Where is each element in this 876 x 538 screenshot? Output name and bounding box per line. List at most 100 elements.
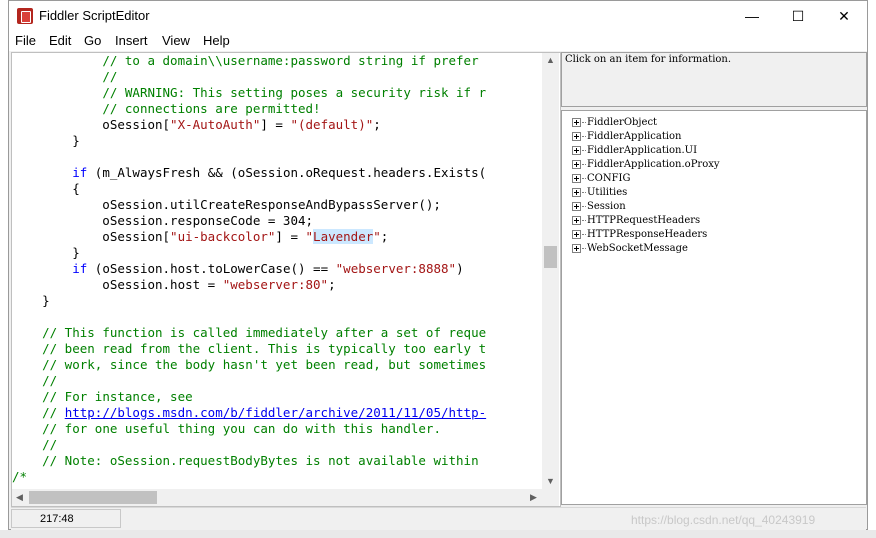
menu-insert[interactable]: Insert <box>115 33 148 48</box>
horizontal-scroll-thumb[interactable] <box>29 491 157 504</box>
tree-item[interactable]: FiddlerApplication.oProxy <box>572 157 720 171</box>
title-bar[interactable]: Fiddler ScriptEditor — ☐ ✕ <box>9 1 867 31</box>
code-area[interactable]: // to a domain\\username:password string… <box>12 53 542 489</box>
menu-edit[interactable]: Edit <box>49 33 71 48</box>
expand-plus-icon[interactable] <box>572 187 581 197</box>
code-token[interactable]: http://blogs.msdn.com/b/fiddler/archive/… <box>65 405 486 420</box>
code-token: oSession[ <box>12 229 171 244</box>
code-line[interactable]: /* <box>12 469 542 485</box>
code-line[interactable]: if (oSession.host.toLowerCase() == "webs… <box>12 261 542 277</box>
code-line[interactable]: // <box>12 69 542 85</box>
scroll-down-icon[interactable]: ▼ <box>546 476 555 486</box>
code-line[interactable]: // work, since the body hasn't yet been … <box>12 357 542 373</box>
tree-item-label: HTTPResponseHeaders <box>587 228 708 240</box>
code-line[interactable]: oSession.host = "webserver:80"; <box>12 277 542 293</box>
tree-item[interactable]: Session <box>572 199 626 213</box>
code-token: // been read from the client. This is ty… <box>42 341 487 356</box>
vertical-scroll-thumb[interactable] <box>544 246 557 268</box>
code-line[interactable]: // connections are permitted! <box>12 101 542 117</box>
code-token: // <box>42 437 58 452</box>
tree-item[interactable]: CONFIG <box>572 171 630 185</box>
tree-item-label: HTTPRequestHeaders <box>587 214 701 226</box>
code-token: " <box>373 229 381 244</box>
code-editor[interactable]: // to a domain\\username:password string… <box>11 52 561 507</box>
code-token: (oSession.host.toLowerCase() == <box>87 261 336 276</box>
menu-go[interactable]: Go <box>84 33 101 48</box>
expand-plus-icon[interactable] <box>572 215 581 225</box>
close-button[interactable]: ✕ <box>821 1 867 31</box>
code-line[interactable]: oSession.utilCreateResponseAndBypassServ… <box>12 197 542 213</box>
tree-connector <box>582 205 586 207</box>
watermark: https://blog.csdn.net/qq_40243919 <box>631 513 816 527</box>
expand-plus-icon[interactable] <box>572 145 581 155</box>
code-token: oSession.utilCreateResponseAndBypassServ… <box>12 197 441 212</box>
code-line[interactable]: // <box>12 437 542 453</box>
code-line[interactable]: oSession.responseCode = 304; <box>12 213 542 229</box>
class-explorer-tree[interactable]: FiddlerObject FiddlerApplication FiddlerAp… <box>561 110 867 505</box>
code-token: (m_AlwaysFresh && (oSession.oRequest.hea… <box>87 165 487 180</box>
code-line[interactable]: // http://blogs.msdn.com/b/fiddler/archi… <box>12 405 542 421</box>
code-token: // <box>42 373 58 388</box>
code-line[interactable]: if (m_AlwaysFresh && (oSession.oRequest.… <box>12 165 542 181</box>
expand-plus-icon[interactable] <box>572 117 581 127</box>
code-line[interactable]: // <box>12 373 542 389</box>
code-line[interactable]: { <box>12 181 542 197</box>
tree-item[interactable]: FiddlerObject <box>572 115 657 129</box>
code-line[interactable]: // Note: oSession.requestBodyBytes is no… <box>12 453 542 469</box>
menu-help[interactable]: Help <box>203 33 230 48</box>
tree-item[interactable]: WebSocketMessage <box>572 241 688 255</box>
tree-item[interactable]: HTTPResponseHeaders <box>572 227 707 241</box>
code-line[interactable]: oSession["ui-backcolor"] = "Lavender"; <box>12 229 542 245</box>
expand-plus-icon[interactable] <box>572 159 581 169</box>
expand-plus-icon[interactable] <box>572 243 581 253</box>
code-token: oSession.host = <box>12 277 223 292</box>
tree-item[interactable]: FiddlerApplication <box>572 129 682 143</box>
expand-plus-icon[interactable] <box>572 201 581 211</box>
tree-item-label: Session <box>587 200 626 212</box>
tree-item[interactable]: FiddlerApplication.UI <box>572 143 697 157</box>
expand-plus-icon[interactable] <box>572 229 581 239</box>
code-line[interactable]: oSession["X-AutoAuth"] = "(default)"; <box>12 117 542 133</box>
minimize-button[interactable]: — <box>729 1 775 31</box>
code-line[interactable]: // This function is called immediately a… <box>12 325 542 341</box>
expand-plus-icon[interactable] <box>572 173 581 183</box>
window-title: Fiddler ScriptEditor <box>39 8 150 23</box>
tree-item-label: CONFIG <box>587 172 631 184</box>
code-line[interactable]: } <box>12 293 542 309</box>
tree-connector <box>582 219 586 221</box>
tree-item[interactable]: Utilities <box>572 185 627 199</box>
code-line[interactable]: } <box>12 245 542 261</box>
code-token: // WARNING: This setting poses a securit… <box>102 85 487 100</box>
code-line[interactable]: // WARNING: This setting poses a securit… <box>12 85 542 101</box>
code-line[interactable] <box>12 149 542 165</box>
code-token: "X-AutoAuth" <box>170 117 261 132</box>
tree-item[interactable]: HTTPRequestHeaders <box>572 213 700 227</box>
scroll-up-icon[interactable]: ▲ <box>546 55 555 65</box>
code-token: /* <box>12 469 28 484</box>
menu-view[interactable]: View <box>162 33 190 48</box>
code-line[interactable] <box>12 309 542 325</box>
menu-bar: File Edit Go Insert View Help <box>9 31 867 51</box>
code-token: ] = <box>275 229 306 244</box>
code-line[interactable]: // for one useful thing you can do with … <box>12 421 542 437</box>
code-token: oSession[ <box>12 117 171 132</box>
menu-file[interactable]: File <box>15 33 36 48</box>
horizontal-scrollbar[interactable]: ◀ ▶ <box>12 489 542 506</box>
code-line[interactable]: } <box>12 133 542 149</box>
scroll-left-icon[interactable]: ◀ <box>16 492 23 503</box>
code-token: ; <box>373 117 381 132</box>
tree-item-label: WebSocketMessage <box>587 242 688 254</box>
code-line[interactable]: // to a domain\\username:password string… <box>12 53 542 69</box>
code-line[interactable]: // been read from the client. This is ty… <box>12 341 542 357</box>
vertical-scrollbar[interactable]: ▲ ▼ <box>542 53 559 489</box>
code-line[interactable]: // For instance, see <box>12 389 542 405</box>
expand-plus-icon[interactable] <box>572 131 581 141</box>
maximize-button[interactable]: ☐ <box>775 1 821 31</box>
scroll-right-icon[interactable]: ▶ <box>530 492 537 503</box>
tree-connector <box>582 163 586 165</box>
